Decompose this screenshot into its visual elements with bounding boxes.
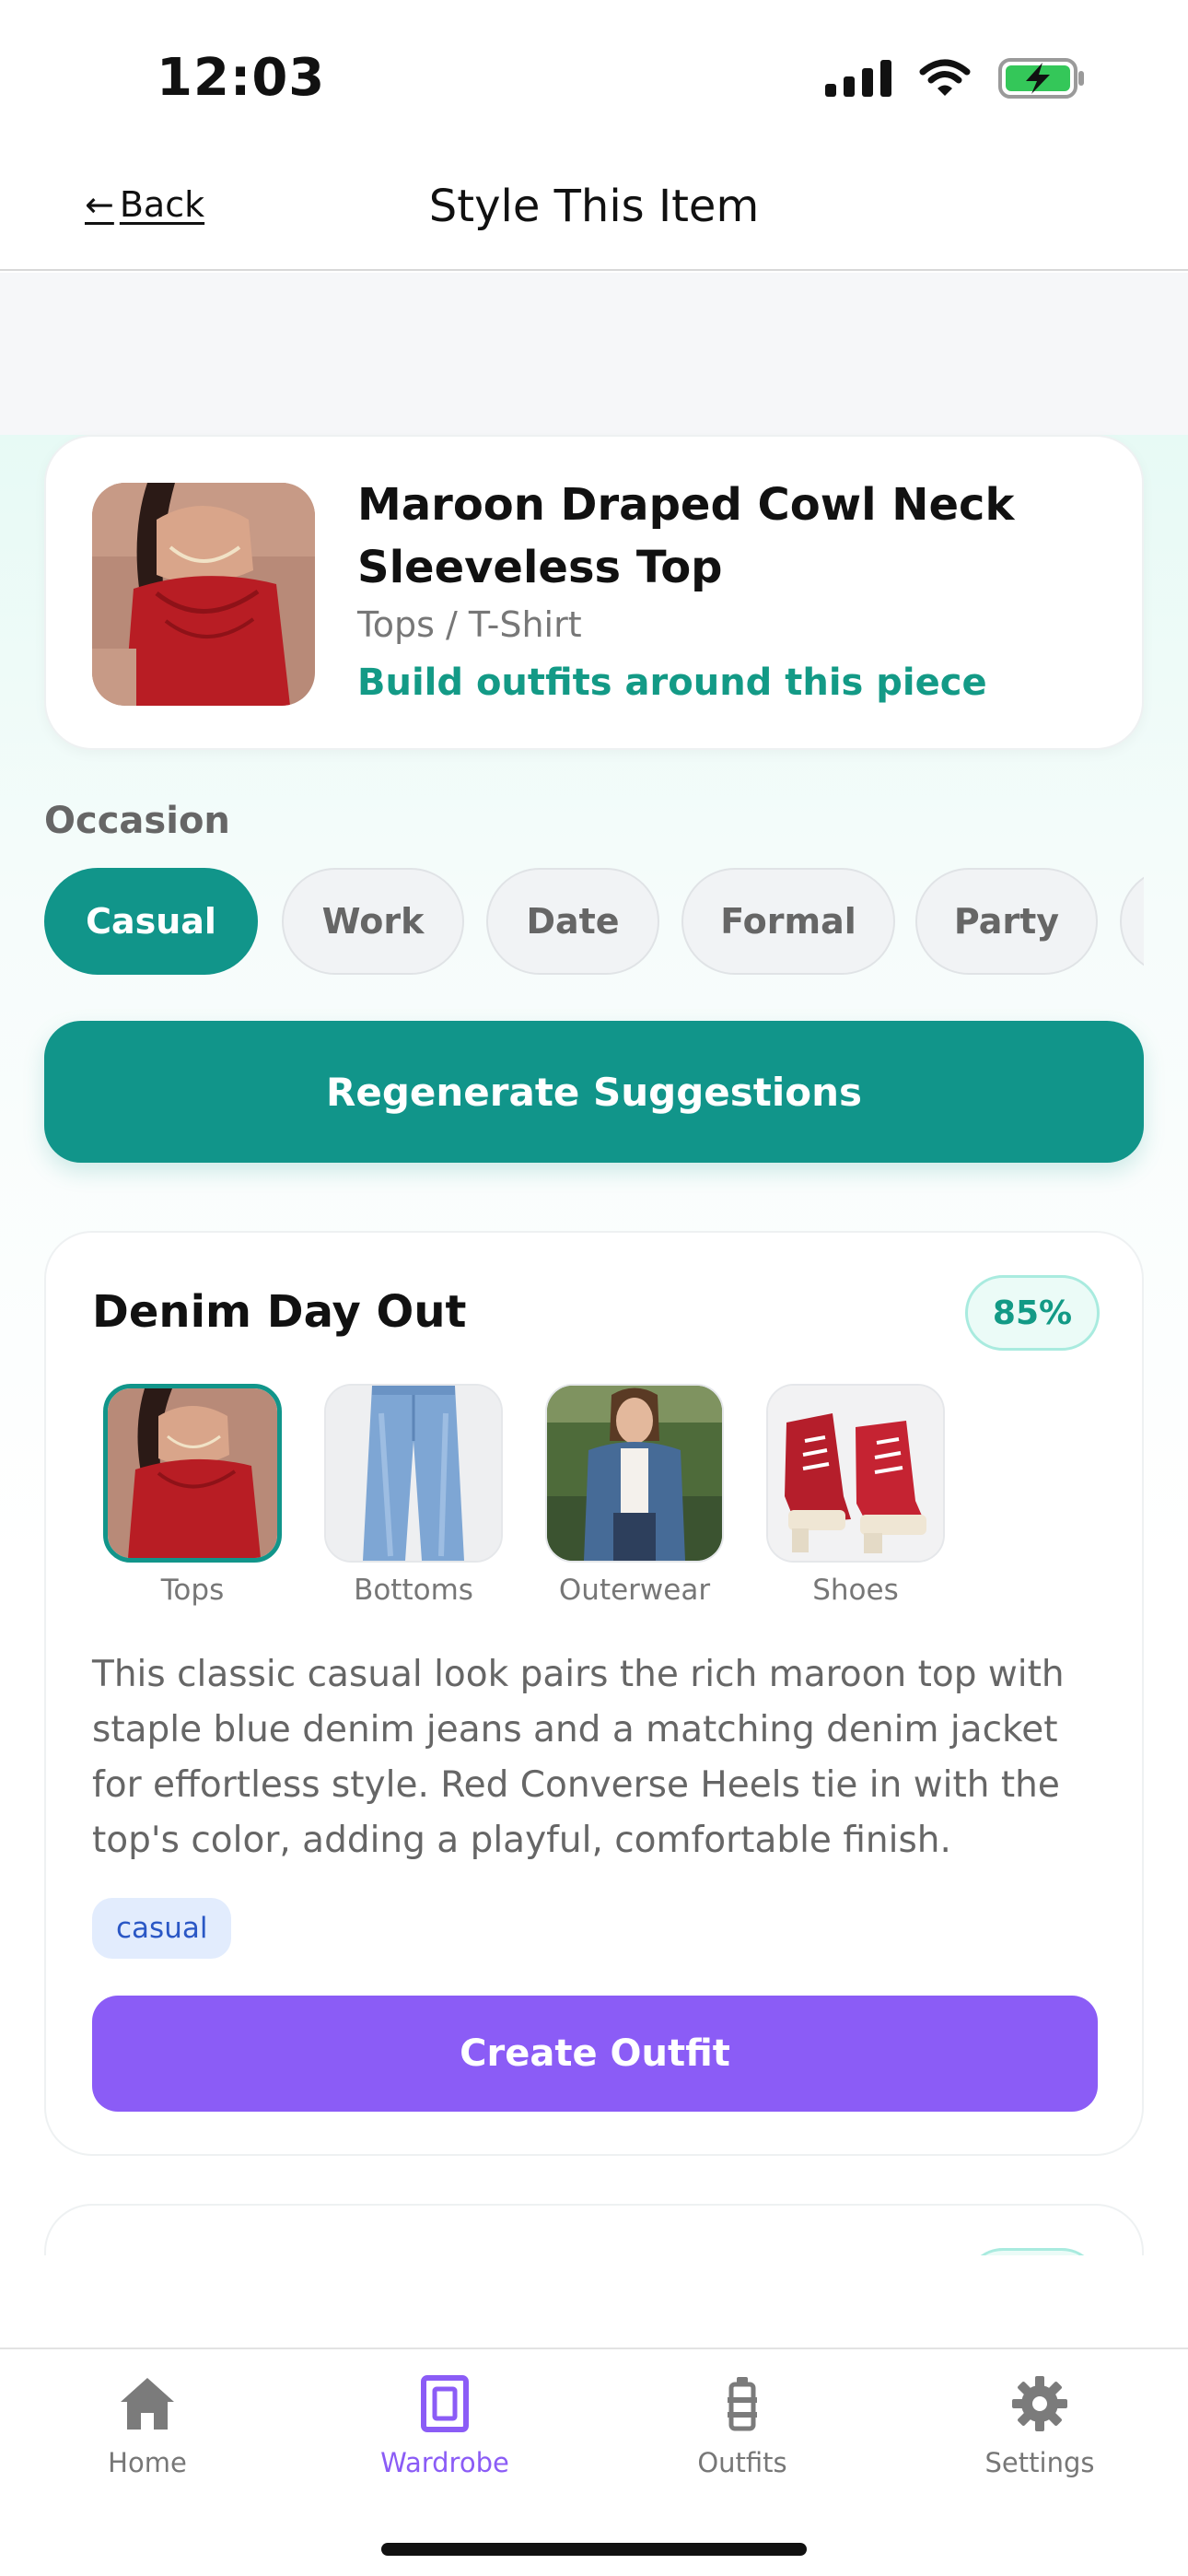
item-category: Tops / T-Shirt bbox=[357, 604, 582, 645]
piece-label: Bottoms bbox=[354, 1574, 473, 1607]
outfit-description: This classic casual look pairs the rich … bbox=[92, 1654, 1065, 1861]
outfit-piece-bottoms[interactable]: Bottoms bbox=[324, 1384, 503, 1607]
match-score-badge bbox=[965, 2248, 1100, 2255]
item-card: Maroon Draped Cowl Neck Sleeveless Top T… bbox=[44, 435, 1144, 750]
denim-jacket-photo bbox=[545, 1384, 724, 1563]
wifi-icon bbox=[919, 59, 971, 96]
scroll-content[interactable]: Maroon Draped Cowl Neck Sleeveless Top T… bbox=[0, 273, 1188, 2255]
tab-settings[interactable]: Settings bbox=[920, 2373, 1159, 2502]
item-thumbnail bbox=[92, 483, 315, 706]
home-icon bbox=[117, 2373, 178, 2434]
chip-date[interactable]: Date bbox=[486, 868, 659, 975]
home-indicator bbox=[381, 2543, 807, 2556]
tab-home[interactable]: Home bbox=[28, 2373, 267, 2502]
page-title: Style This Item bbox=[428, 181, 760, 232]
navigation-bar: ← Back Style This Item bbox=[0, 147, 1188, 271]
chip-casual[interactable]: Casual bbox=[44, 868, 258, 975]
tab-wardrobe[interactable]: Wardrobe bbox=[325, 2373, 565, 2502]
tab-label: Home bbox=[108, 2447, 187, 2478]
piece-label: Shoes bbox=[812, 1574, 899, 1607]
bottom-tab-bar: Home Wardrobe Outfits Settings bbox=[0, 2348, 1188, 2576]
chip-formal[interactable]: Formal bbox=[681, 868, 895, 975]
maroon-top-photo bbox=[103, 1384, 282, 1563]
gear-icon bbox=[1009, 2373, 1070, 2434]
tab-label: Settings bbox=[984, 2447, 1095, 2478]
battery-charging-icon bbox=[998, 58, 1084, 99]
tab-label: Wardrobe bbox=[380, 2447, 509, 2478]
outfit-suggestion-card: Denim Day Out 85% Tops Bottoms Outerwear… bbox=[44, 1231, 1144, 2156]
chip-overflow[interactable] bbox=[1120, 868, 1144, 975]
chip-party[interactable]: Party bbox=[915, 868, 1098, 975]
create-outfit-button[interactable]: Create Outfit bbox=[92, 1996, 1098, 2112]
status-icons bbox=[825, 55, 1087, 101]
status-bar: 12:03 bbox=[0, 0, 1188, 147]
occasion-label: Occasion bbox=[44, 800, 230, 842]
item-hint: Build outfits around this piece bbox=[357, 662, 987, 704]
occasion-chips[interactable]: Casual Work Date Formal Party bbox=[44, 868, 1144, 977]
cellular-signal-icon bbox=[825, 60, 891, 97]
tab-label: Outfits bbox=[697, 2447, 787, 2478]
match-score-badge: 85% bbox=[965, 1275, 1100, 1351]
outfit-piece-shoes[interactable]: Shoes bbox=[766, 1384, 945, 1607]
outfit-piece-outerwear[interactable]: Outerwear bbox=[545, 1384, 724, 1607]
status-time: 12:03 bbox=[157, 48, 326, 108]
outfit-suggestion-card-next bbox=[44, 2204, 1144, 2255]
red-converse-heels-photo bbox=[766, 1384, 945, 1563]
style-tag: casual bbox=[92, 1898, 232, 1959]
wardrobe-icon bbox=[414, 2373, 475, 2434]
outfits-icon bbox=[712, 2373, 773, 2434]
tab-outfits[interactable]: Outfits bbox=[623, 2373, 862, 2502]
piece-label: Tops bbox=[160, 1574, 225, 1607]
chip-work[interactable]: Work bbox=[282, 868, 464, 975]
item-name: Maroon Draped Cowl Neck Sleeveless Top bbox=[357, 479, 1015, 593]
outfit-piece-tops[interactable]: Tops bbox=[103, 1384, 282, 1607]
regenerate-suggestions-button[interactable]: Regenerate Suggestions bbox=[44, 1021, 1144, 1163]
app-screen: 12:03 ← Back Style This Item Maroon Drap… bbox=[0, 0, 1188, 2576]
outfit-title: Denim Day Out bbox=[92, 1286, 467, 1338]
blue-jeans-photo bbox=[324, 1384, 503, 1563]
piece-label: Outerwear bbox=[558, 1574, 711, 1607]
